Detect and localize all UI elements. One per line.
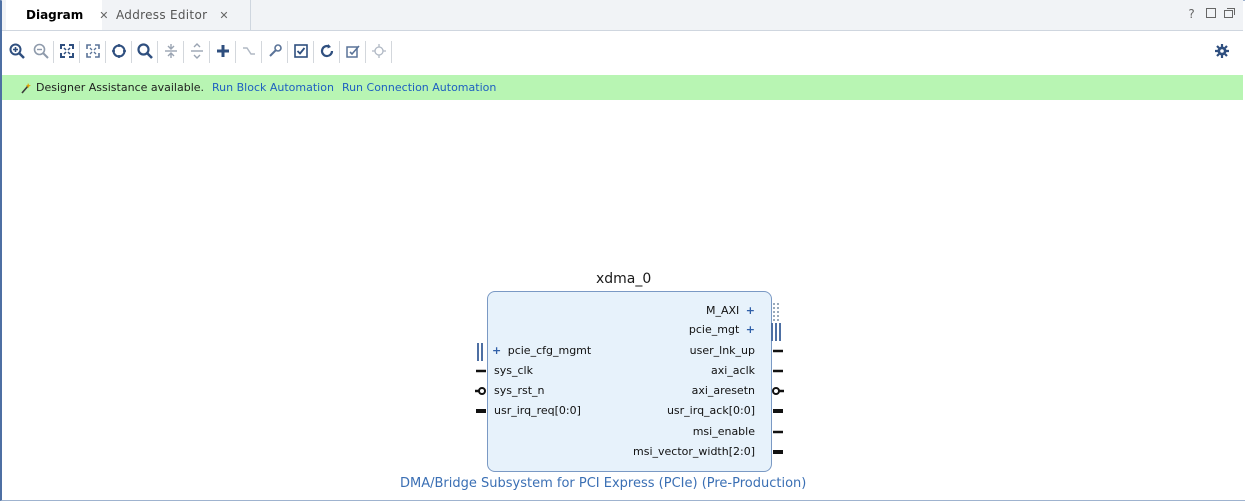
diagram-toolbar	[2, 31, 1243, 73]
settings-wrench-icon[interactable]	[266, 42, 284, 60]
toolbar-separator	[235, 41, 236, 63]
toolbar-separator	[157, 41, 158, 63]
expand-icon[interactable]	[162, 42, 180, 60]
tab-address-editor-label: Address Editor	[116, 8, 208, 22]
tab-diagram[interactable]: Diagram ✕	[6, 0, 109, 30]
close-icon[interactable]: ✕	[219, 9, 228, 22]
tab-bar: Diagram ✕ Address Editor ✕ ?	[2, 0, 1243, 31]
toolbar-separator	[183, 41, 184, 63]
make-connection-icon[interactable]	[240, 42, 258, 60]
port-pins	[475, 303, 784, 454]
assistance-message: Designer Assistance available.	[36, 81, 205, 94]
wand-icon	[21, 82, 31, 94]
zoom-fit-icon[interactable]	[58, 42, 76, 60]
pin-icon[interactable]	[370, 42, 388, 60]
bus-connector-icon	[771, 323, 781, 341]
block-instance-name: xdma_0	[596, 271, 652, 287]
search-icon[interactable]	[136, 42, 154, 60]
collapse-icon[interactable]	[188, 42, 206, 60]
designer-assistance-bar: Designer Assistance available. Run Block…	[2, 75, 1243, 100]
zoom-in-icon[interactable]	[8, 42, 26, 60]
regenerate-layout-icon[interactable]	[318, 42, 336, 60]
tab-diagram-label: Diagram	[26, 8, 84, 22]
pin-axi-aresetn	[772, 387, 780, 395]
restore-icon[interactable]	[1205, 7, 1216, 21]
run-connection-automation-link[interactable]: Run Connection Automation	[342, 81, 496, 94]
toolbar-separator	[287, 41, 288, 63]
toolbar-separator	[339, 41, 340, 63]
toolbar-separator	[391, 41, 392, 63]
toolbar-separator	[105, 41, 106, 63]
zoom-out-icon[interactable]	[32, 42, 50, 60]
select-area-icon[interactable]	[110, 42, 128, 60]
block-ip-subtitle: DMA/Bridge Subsystem for PCI Express (PC…	[400, 476, 807, 491]
auto-fit-selection-icon[interactable]	[84, 42, 102, 60]
help-icon[interactable]: ?	[1186, 7, 1197, 21]
toolbar-separator	[365, 41, 366, 63]
gear-icon[interactable]	[1213, 42, 1231, 60]
toolbar-separator	[79, 41, 80, 63]
toolbar-separator	[131, 41, 132, 63]
pin-sys-rst-n	[478, 387, 486, 395]
run-block-automation-link[interactable]: Run Block Automation	[212, 81, 334, 94]
toolbar-separator	[261, 41, 262, 63]
tab-address-editor[interactable]: Address Editor ✕	[102, 0, 251, 30]
validate-design-icon[interactable]	[292, 42, 310, 60]
add-ip-icon[interactable]	[214, 42, 232, 60]
window-controls: ?	[1186, 7, 1235, 21]
bus-connector-icon	[477, 343, 483, 361]
toolbar-separator	[53, 41, 54, 63]
bus-connector-icon	[773, 303, 779, 321]
optimize-routing-icon[interactable]	[344, 42, 362, 60]
maximize-icon[interactable]	[1224, 7, 1235, 21]
toolbar-separator	[313, 41, 314, 63]
toolbar-separator	[209, 41, 210, 63]
